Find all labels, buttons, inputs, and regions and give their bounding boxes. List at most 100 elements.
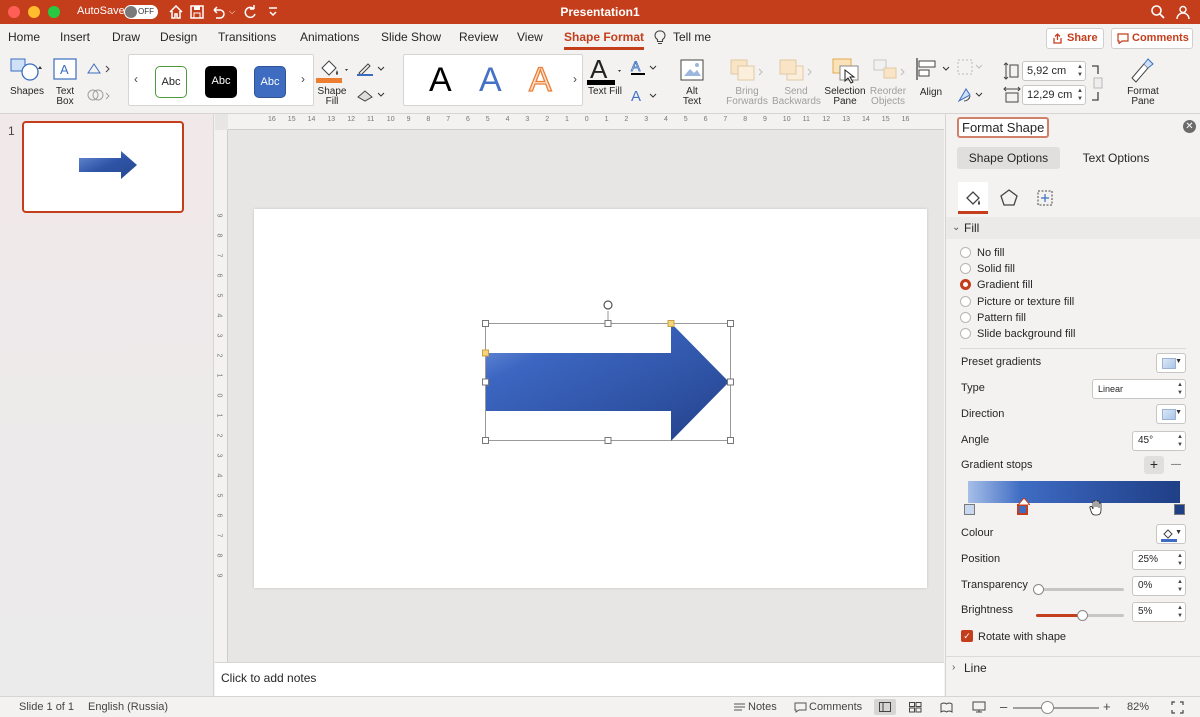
zoom-level[interactable]: 82% xyxy=(1127,701,1149,713)
radio-button[interactable] xyxy=(960,296,971,307)
colour-dropdown[interactable]: ▼ xyxy=(1156,524,1186,544)
tab-review[interactable]: Review xyxy=(459,30,498,44)
text-effects-icon[interactable]: A xyxy=(630,86,658,104)
normal-view-button[interactable] xyxy=(874,699,896,715)
angle-input[interactable]: 45° ▲ ▼ xyxy=(1132,431,1186,451)
zoom-in-icon[interactable]: + xyxy=(1103,699,1111,714)
position-input[interactable]: 25% ▲ ▼ xyxy=(1132,550,1186,570)
preset-gradients-dropdown[interactable]: ▼ xyxy=(1156,353,1186,373)
add-gradient-stop-button[interactable]: + xyxy=(1144,456,1164,474)
adjust-handle-shaft[interactable] xyxy=(482,349,489,357)
tab-shape-options[interactable]: Shape Options xyxy=(957,147,1060,169)
language-indicator[interactable]: English (Russia) xyxy=(88,701,168,713)
selection-pane-icon[interactable] xyxy=(830,56,860,84)
resize-handle-e[interactable] xyxy=(727,378,734,386)
position-stepper-icon[interactable]: ▲ ▼ xyxy=(1177,552,1183,568)
slideshow-icon[interactable] xyxy=(972,701,986,713)
shape-effects-icon[interactable] xyxy=(356,87,386,103)
shape-height-input[interactable]: 5,92 cm ▲ ▼ xyxy=(1022,61,1086,81)
shape-style-black[interactable]: Abc xyxy=(205,66,237,98)
notes-toggle[interactable]: Notes xyxy=(748,701,777,713)
tab-shape-format[interactable]: Shape Format xyxy=(564,30,645,50)
resize-handle-n[interactable] xyxy=(604,320,612,327)
tab-home[interactable]: Home xyxy=(8,30,40,44)
tab-tell-me[interactable]: Tell me xyxy=(673,30,711,44)
wordart-style-black[interactable]: A xyxy=(429,61,452,100)
fit-to-window-icon[interactable] xyxy=(1171,701,1184,714)
tab-transitions[interactable]: Transitions xyxy=(218,30,276,44)
size-properties-tab[interactable] xyxy=(1030,182,1060,214)
slide-sorter-icon[interactable] xyxy=(909,702,922,713)
reading-view-icon[interactable] xyxy=(940,702,953,713)
wordart-style-orange[interactable]: A xyxy=(528,60,552,100)
gradient-stop-3[interactable] xyxy=(1174,504,1185,515)
paint-bucket-icon[interactable] xyxy=(316,56,350,84)
comments-button[interactable]: Comments xyxy=(1111,28,1193,49)
alt-text-icon[interactable] xyxy=(679,58,705,84)
brightness-stepper-icon[interactable]: ▲ ▼ xyxy=(1177,604,1183,620)
width-stepper-icon[interactable]: ▲ ▼ xyxy=(1077,87,1083,103)
radio-button[interactable] xyxy=(960,328,971,339)
resize-handle-nw[interactable] xyxy=(482,320,489,327)
shape-style-blue[interactable]: Abc xyxy=(254,66,286,98)
rotate-handle[interactable] xyxy=(603,300,613,310)
gallery-prev-icon[interactable]: ‹ xyxy=(134,72,138,86)
tab-animations[interactable]: Animations xyxy=(300,30,359,44)
gradient-stop-2-selected[interactable] xyxy=(1017,504,1028,515)
gradient-type-select[interactable]: Linear ▲ ▼ xyxy=(1092,379,1186,399)
resize-handle-s[interactable] xyxy=(604,437,612,444)
remove-gradient-stop-button[interactable]: — xyxy=(1166,456,1186,474)
text-fill-icon[interactable]: A xyxy=(587,54,627,86)
resize-handle-w[interactable] xyxy=(482,378,489,386)
selected-arrow-shape[interactable] xyxy=(478,297,738,447)
edit-shape-icon[interactable] xyxy=(86,61,112,75)
account-icon[interactable] xyxy=(1174,3,1192,21)
radio-button-selected[interactable] xyxy=(960,279,971,290)
align-icon[interactable] xyxy=(914,56,952,82)
notes-pane[interactable]: Click to add notes xyxy=(215,662,944,696)
zoom-out-icon[interactable]: – xyxy=(1000,699,1007,714)
transparency-slider-track[interactable] xyxy=(1038,588,1124,591)
comments-toggle[interactable]: Comments xyxy=(809,701,862,713)
radio-button[interactable] xyxy=(960,247,971,258)
shapes-icon[interactable] xyxy=(10,56,44,82)
effects-tab[interactable] xyxy=(994,182,1024,214)
format-pane-icon[interactable] xyxy=(1128,56,1158,84)
wordart-next-icon[interactable]: › xyxy=(573,72,577,86)
resize-handle-se[interactable] xyxy=(727,437,734,444)
close-pane-icon[interactable]: ✕ xyxy=(1183,120,1196,133)
tab-slide-show[interactable]: Slide Show xyxy=(381,30,441,44)
brightness-input[interactable]: 5% ▲ ▼ xyxy=(1132,602,1186,622)
tab-draw[interactable]: Draw xyxy=(112,30,140,44)
tab-view[interactable]: View xyxy=(517,30,543,44)
transparency-slider-thumb[interactable] xyxy=(1033,584,1044,595)
lock-aspect-icon[interactable] xyxy=(1090,64,1104,102)
slide-canvas[interactable] xyxy=(254,209,927,588)
text-box-icon[interactable]: A xyxy=(53,58,77,80)
text-outline-icon[interactable]: A xyxy=(630,58,658,76)
slide-thumbnail[interactable] xyxy=(22,121,184,213)
resize-handle-ne[interactable] xyxy=(727,320,734,327)
gradient-stop-1[interactable] xyxy=(964,504,975,515)
share-button[interactable]: Share xyxy=(1046,28,1104,49)
adjust-handle-head[interactable] xyxy=(667,320,675,327)
rotate-icon[interactable] xyxy=(956,86,984,104)
transparency-input[interactable]: 0% ▲ ▼ xyxy=(1132,576,1186,596)
radio-button[interactable] xyxy=(960,312,971,323)
shape-width-input[interactable]: 12,29 cm ▲ ▼ xyxy=(1022,85,1086,105)
tab-insert[interactable]: Insert xyxy=(60,30,90,44)
tab-design[interactable]: Design xyxy=(160,30,197,44)
arrow-body[interactable] xyxy=(486,323,729,441)
shape-style-outline[interactable]: Abc xyxy=(155,66,187,98)
direction-dropdown[interactable]: ▼ xyxy=(1156,404,1186,424)
transparency-stepper-icon[interactable]: ▲ ▼ xyxy=(1177,578,1183,594)
gallery-next-icon[interactable]: › xyxy=(301,72,305,86)
fill-line-tab[interactable] xyxy=(958,182,988,214)
gradient-preview-bar[interactable] xyxy=(968,481,1180,503)
height-stepper-icon[interactable]: ▲ ▼ xyxy=(1077,63,1083,79)
brightness-slider-thumb[interactable] xyxy=(1076,610,1088,621)
resize-handle-sw[interactable] xyxy=(482,437,489,444)
line-section-header[interactable]: › Line xyxy=(946,657,1200,679)
angle-stepper-icon[interactable]: ▲ ▼ xyxy=(1177,433,1183,449)
search-icon[interactable] xyxy=(1149,3,1167,21)
